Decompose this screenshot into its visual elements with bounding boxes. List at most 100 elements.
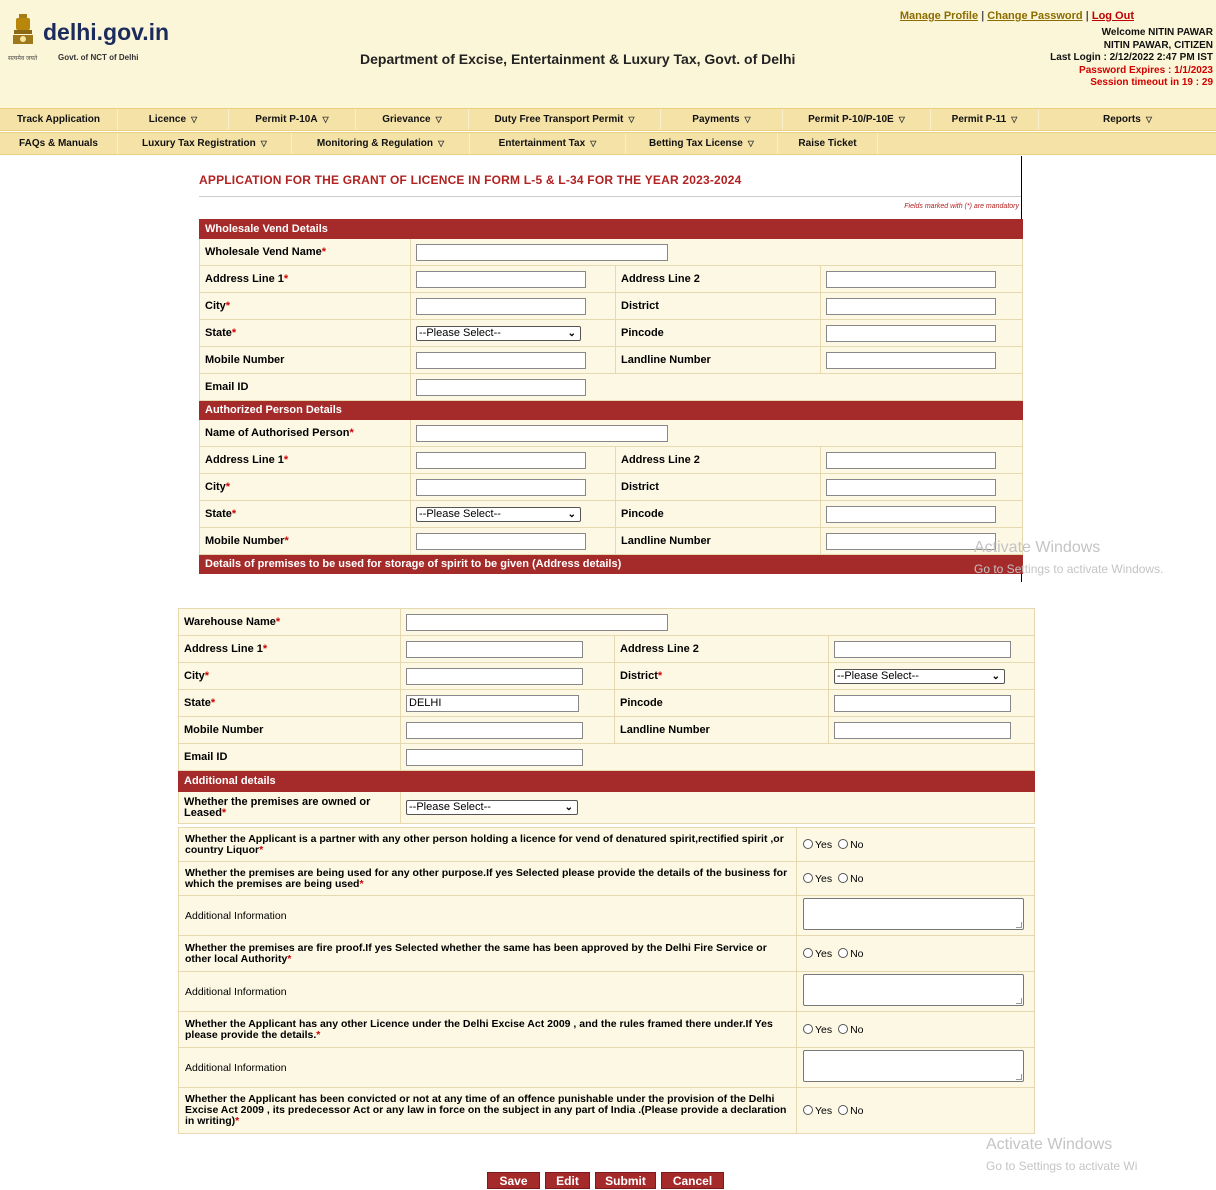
menu-permit-p11[interactable]: Permit P-11 ▽ — [931, 109, 1039, 130]
warehouse-email-input[interactable] — [406, 748, 583, 766]
address-line-2-label: Address Line 2 — [615, 265, 821, 293]
warehouse-state-input[interactable]: DELHI — [406, 694, 579, 712]
radio-no[interactable] — [838, 947, 849, 958]
wholesale-email-input[interactable] — [416, 378, 586, 396]
session-timeout: Session timeout in 19 : 29 — [1090, 77, 1213, 88]
address-line-1-label: Address Line 1* — [178, 635, 401, 663]
radio-no[interactable] — [838, 1023, 849, 1034]
menu-betting-tax-license[interactable]: Betting Tax License ▽ — [626, 133, 778, 154]
menu-monitoring-regulation[interactable]: Monitoring & Regulation ▽ — [292, 133, 470, 154]
wholesale-pincode-input[interactable] — [826, 324, 996, 342]
save-button[interactable]: Save — [487, 1172, 540, 1189]
section-heading-wholesale: Wholesale Vend Details — [199, 219, 1023, 239]
menu-payments[interactable]: Payments ▽ — [661, 109, 783, 130]
vend-details-table: Wholesale Vend Details Wholesale Vend Na… — [199, 219, 1023, 574]
radio-yes[interactable] — [803, 1023, 813, 1034]
authorized-pincode-input[interactable] — [826, 505, 996, 523]
menu-permit-p10a[interactable]: Permit P-10A ▽ — [229, 109, 356, 130]
menu-raise-ticket[interactable]: Raise Ticket — [778, 133, 878, 154]
submit-button[interactable]: Submit — [595, 1172, 656, 1189]
authorized-state-select[interactable]: --Please Select-- ⌄ — [416, 506, 581, 522]
city-label: City* — [178, 662, 401, 690]
wholesale-mobile-input[interactable] — [416, 351, 586, 369]
radio-yes[interactable] — [803, 1104, 813, 1115]
authorized-address-1-input[interactable] — [416, 451, 586, 469]
authorised-person-name-input[interactable] — [416, 424, 668, 442]
warehouse-name-label: Warehouse Name* — [178, 608, 401, 636]
wholesale-city-input[interactable] — [416, 297, 586, 315]
warehouse-city-input[interactable] — [406, 667, 583, 685]
radio-no[interactable] — [838, 872, 849, 883]
chevron-down-icon: ⌄ — [567, 508, 576, 520]
address-line-1-label: Address Line 1* — [199, 446, 411, 474]
last-login: Last Login : 2/12/2022 2:47 PM IST — [1050, 52, 1213, 63]
warehouse-address-2-input[interactable] — [834, 640, 1011, 658]
activate-windows-subtext: Go to Settings to activate Wi — [986, 1159, 1138, 1173]
authorized-address-2-input[interactable] — [826, 451, 996, 469]
wholesale-vend-name-input[interactable] — [416, 243, 668, 261]
menu-luxury-tax-registration[interactable]: Luxury Tax Registration ▽ — [118, 133, 292, 154]
dropdown-triangle-icon: ▽ — [435, 115, 442, 124]
additional-info-textarea[interactable] — [803, 898, 1024, 930]
city-label: City* — [199, 473, 411, 501]
warehouse-name-input[interactable] — [406, 613, 668, 631]
radio-no[interactable] — [838, 1104, 849, 1115]
radio-yes[interactable] — [803, 838, 813, 849]
district-label: District* — [614, 662, 829, 690]
section-heading-premises: Details of premises to be used for stora… — [199, 554, 1023, 574]
authorized-city-input[interactable] — [416, 478, 586, 496]
dropdown-triangle-icon: ▽ — [260, 139, 267, 148]
pincode-label: Pincode — [615, 319, 821, 347]
warehouse-pincode-input[interactable] — [834, 694, 1011, 712]
link-separator: | — [1085, 10, 1089, 22]
manage-profile-link[interactable]: Manage Profile — [900, 10, 978, 22]
warehouse-mobile-input[interactable] — [406, 721, 583, 739]
authorized-district-input[interactable] — [826, 478, 996, 496]
pincode-label: Pincode — [614, 689, 829, 717]
menu-duty-free-transport-permit[interactable]: Duty Free Transport Permit ▽ — [469, 109, 661, 130]
radio-no[interactable] — [838, 838, 849, 849]
district-label: District — [615, 292, 821, 320]
mobile-number-label: Mobile Number* — [199, 527, 411, 555]
main-menu-row-2: FAQs & Manuals Luxury Tax Registration ▽ … — [0, 132, 1216, 155]
warehouse-address-1-input[interactable] — [406, 640, 583, 658]
wholesale-district-input[interactable] — [826, 297, 996, 315]
change-password-link[interactable]: Change Password — [987, 10, 1082, 22]
menu-entertainment-tax[interactable]: Entertainment Tax ▽ — [470, 133, 626, 154]
wholesale-state-select[interactable]: --Please Select-- ⌄ — [416, 325, 581, 341]
additional-info-textarea[interactable] — [803, 974, 1024, 1006]
menu-faqs-manuals[interactable]: FAQs & Manuals — [0, 133, 118, 154]
logout-link[interactable]: Log Out — [1092, 10, 1134, 22]
section-heading-authorized: Authorized Person Details — [199, 400, 1023, 420]
declarations-table: Whether the Applicant is a partner with … — [178, 827, 1035, 1134]
warehouse-landline-input[interactable] — [834, 721, 1011, 739]
wholesale-landline-input[interactable] — [826, 351, 996, 369]
menu-reports[interactable]: Reports ▽ — [1039, 109, 1216, 130]
radio-yes[interactable] — [803, 947, 813, 958]
menu-grievance[interactable]: Grievance ▽ — [356, 109, 469, 130]
edit-button[interactable]: Edit — [545, 1172, 590, 1189]
mobile-number-label: Mobile Number — [178, 716, 401, 744]
cancel-button[interactable]: Cancel — [661, 1172, 724, 1189]
wholesale-vend-name-label: Wholesale Vend Name* — [199, 238, 411, 266]
menu-permit-p10-p10e[interactable]: Permit P-10/P-10E ▽ — [783, 109, 931, 130]
authorized-mobile-input[interactable] — [416, 532, 586, 550]
site-header: delhi.gov.in सत्यमेव जयते Govt. of NCT o… — [0, 0, 1216, 108]
authorized-landline-input[interactable] — [826, 532, 996, 550]
additional-information-label: Additional Information — [178, 895, 797, 936]
delhi-gov-logo[interactable]: delhi.gov.in सत्यमेव जयते Govt. of NCT o… — [8, 10, 169, 65]
wholesale-address-2-input[interactable] — [826, 270, 996, 288]
radio-group-other-licence: Yes No — [796, 1011, 1035, 1048]
address-line-2-label: Address Line 2 — [615, 446, 821, 474]
owned-leased-select[interactable]: --Please Select-- ⌄ — [406, 800, 578, 815]
menu-track-application[interactable]: Track Application — [0, 109, 118, 130]
wholesale-address-1-input[interactable] — [416, 270, 586, 288]
additional-info-textarea[interactable] — [803, 1050, 1024, 1082]
warehouse-district-select[interactable]: --Please Select-- ⌄ — [834, 668, 1005, 684]
activate-windows-watermark: Activate Windows — [986, 1136, 1113, 1153]
menu-licence[interactable]: Licence ▽ — [118, 109, 229, 130]
landline-number-label: Landline Number — [615, 346, 821, 374]
password-expiry: Password Expires : 1/1/2023 — [1079, 64, 1213, 76]
radio-yes[interactable] — [803, 872, 813, 883]
dropdown-triangle-icon: ▽ — [1011, 115, 1018, 124]
